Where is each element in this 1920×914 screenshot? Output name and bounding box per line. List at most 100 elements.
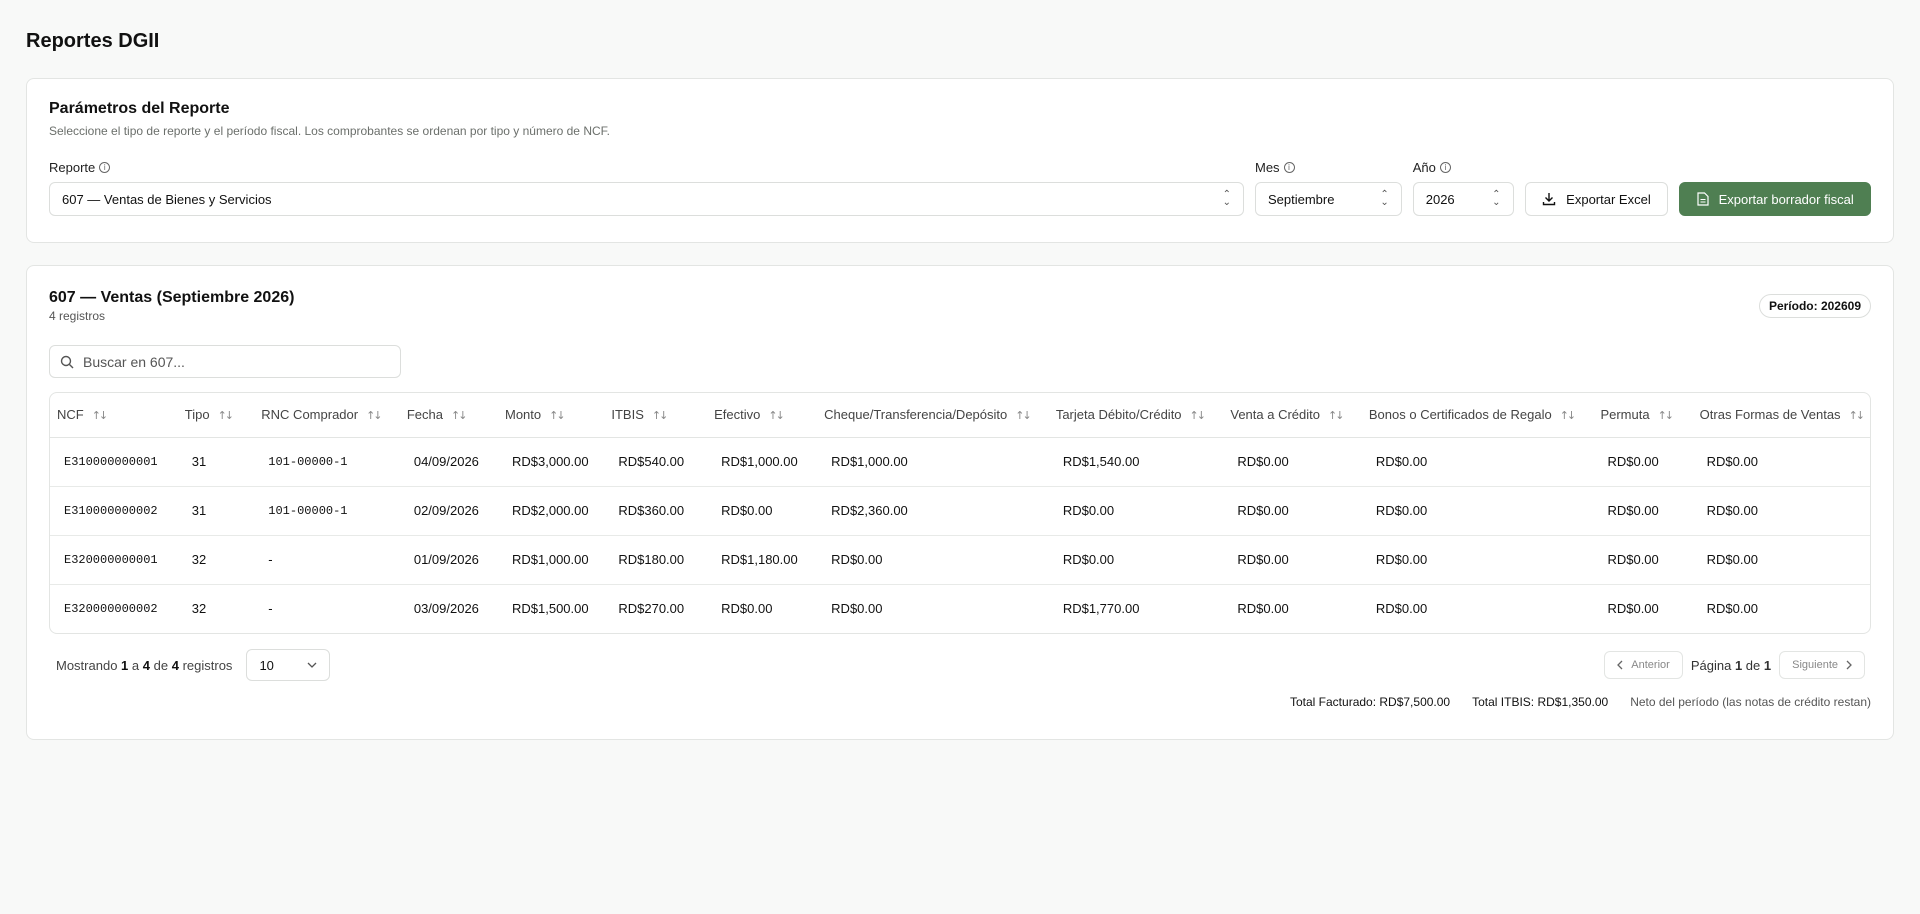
report-select[interactable]: 607 — Ventas de Bienes y Servicios ⌃ ⌄	[49, 182, 1244, 216]
year-select[interactable]: 2026 ⌃ ⌄	[1412, 182, 1514, 216]
sort-icon[interactable]: ↑↓	[1328, 409, 1345, 422]
table-cell: RD$0.00	[1048, 486, 1224, 536]
month-label: Mes	[1254, 159, 1280, 175]
sort-icon[interactable]: ↑↓	[768, 409, 785, 422]
table-cell: 32	[191, 601, 207, 617]
column-header[interactable]: Cheque/Transferencia/Depósito ↑↓	[817, 393, 1049, 438]
column-header[interactable]: Venta a Crédito ↑↓	[1223, 393, 1362, 438]
table-cell: RD$3,000.00	[498, 437, 605, 487]
table-cell: RD$0.00	[1361, 535, 1594, 585]
table-cell: RD$0.00	[831, 601, 883, 617]
table-cell: RD$0.00	[721, 601, 773, 617]
total-invoiced: Total Facturado: RD$7,500.00	[1290, 695, 1451, 709]
sort-icon[interactable]: ↑↓	[1658, 409, 1675, 422]
table-cell: E320000000002	[64, 601, 158, 616]
table-cell: -	[254, 535, 400, 585]
results-card: 607 — Ventas (Septiembre 2026) 4 registr…	[26, 265, 1894, 740]
sort-icon[interactable]: ↑↓	[218, 409, 235, 422]
column-header[interactable]: ITBIS ↑↓	[604, 393, 708, 438]
column-header[interactable]: RNC Comprador ↑↓	[254, 393, 400, 438]
table-row: E320000000001 32-01/09/2026 RD$1,000.00 RD$…	[50, 535, 1870, 585]
ventas-table: NCF ↑↓ Tipo ↑↓ RNC Comprador ↑↓ Fecha ↑↓ Monto ↑↓…	[49, 392, 1871, 634]
table-cell: RD$1,000.00	[817, 437, 1049, 487]
sort-icon[interactable]: ↑↓	[1849, 409, 1866, 422]
sort-icon[interactable]: ↑↓	[1015, 409, 1032, 422]
search-input[interactable]	[83, 353, 383, 370]
info-icon[interactable]: i	[1283, 161, 1295, 173]
previous-page-button[interactable]: Anterior	[1604, 651, 1683, 679]
page-size-value: 10	[259, 657, 274, 673]
table-cell: 02/09/2026	[399, 486, 498, 536]
info-icon[interactable]: i	[1439, 161, 1451, 173]
page-indicator: Página 1 de 1	[1690, 657, 1772, 673]
period-badge: Período: 202609	[1758, 294, 1871, 318]
table-row: E320000000002 32 - 03/09/2026 RD$1,500.00 RD$…	[50, 584, 1870, 633]
month-select-value: Septiembre	[1267, 191, 1335, 207]
table-cell: 101-00000-1	[254, 486, 400, 536]
column-header[interactable]: Efectivo ↑↓	[707, 393, 818, 438]
table-cell: RD$0.00	[1593, 486, 1693, 536]
column-header[interactable]: Tipo ↑↓	[177, 393, 255, 438]
table-cell: RD$1,000.00	[498, 535, 605, 585]
table-cell: RD$0.00	[1048, 535, 1224, 585]
column-header[interactable]: NCF ↑↓	[50, 393, 178, 438]
chevron-right-icon	[1846, 660, 1852, 670]
chevron-up-down-icon: ⌃ ⌄	[1222, 189, 1231, 208]
sort-icon[interactable]: ↑↓	[652, 409, 669, 422]
table-cell: RD$1,500.00	[512, 601, 589, 617]
export-draft-button[interactable]: Exportar borrador fiscal	[1679, 182, 1871, 216]
table-cell: RD$540.00	[604, 437, 708, 487]
table-row: E310000000001 31 101-00000-1 04/09/2026 RD$3…	[50, 437, 1870, 487]
column-header[interactable]: Bonos o Certificados de Regalo ↑↓	[1361, 393, 1594, 438]
table-cell: RD$0.00	[1223, 486, 1362, 536]
info-icon[interactable]: i	[99, 161, 111, 173]
table-cell: RD$0.00	[1361, 437, 1594, 487]
report-parameters-card: Parámetros del Reporte Seleccione el tip…	[26, 78, 1894, 243]
table-cell: E320000000001	[50, 535, 178, 585]
page-size-select[interactable]: 10	[246, 649, 331, 681]
sort-icon[interactable]: ↑↓	[1190, 409, 1207, 422]
sort-icon[interactable]: ↑↓	[92, 409, 109, 422]
table-cell: E310000000001	[50, 437, 178, 487]
table-cell: RD$2,000.00	[498, 486, 605, 536]
chevron-down-icon	[307, 662, 317, 668]
table-cell: RD$270.00	[618, 601, 685, 617]
column-header[interactable]: Otras Formas de Ventas ↑↓	[1692, 393, 1870, 438]
params-title: Parámetros del Reporte	[49, 100, 230, 117]
report-select-value: 607 — Ventas de Bienes y Servicios	[62, 191, 272, 207]
export-excel-button[interactable]: Exportar Excel	[1524, 182, 1669, 216]
page-title: Reportes DGII	[26, 30, 160, 52]
sort-icon[interactable]: ↑↓	[1560, 409, 1577, 422]
column-header[interactable]: Permuta ↑↓	[1593, 393, 1693, 438]
table-cell: RD$0.00	[1375, 601, 1428, 617]
sort-icon[interactable]: ↑↓	[451, 409, 468, 422]
report-label: Reporte	[49, 159, 96, 175]
table-cell: 03/09/2026	[413, 601, 479, 617]
table-cell: 04/09/2026	[399, 437, 498, 487]
chevron-up-down-icon: ⌃ ⌄	[1380, 189, 1389, 208]
column-header[interactable]: Monto ↑↓	[498, 393, 605, 438]
table-cell: RD$1,180.00	[707, 535, 818, 585]
table-cell: RD$0.00	[817, 535, 1049, 585]
month-select[interactable]: Septiembre ⌃ ⌄	[1254, 182, 1402, 216]
table-cell: RD$2,360.00	[817, 486, 1049, 536]
sort-icon[interactable]: ↑↓	[549, 409, 566, 422]
table-row: E310000000002 31 101-00000-1 02/09/2026 RD$2…	[50, 486, 1870, 536]
table-cell: RD$0.00	[707, 486, 818, 536]
chevron-left-icon	[1617, 660, 1623, 670]
download-icon	[1542, 193, 1556, 206]
column-header[interactable]: Fecha ↑↓	[399, 393, 498, 438]
table-cell: RD$0.00	[1361, 486, 1594, 536]
table-cell: RD$180.00	[604, 535, 708, 585]
sort-icon[interactable]: ↑↓	[366, 409, 383, 422]
search-icon	[60, 355, 74, 368]
export-draft-label: Exportar borrador fiscal	[1718, 191, 1854, 207]
params-form: Reporte i 607 — Ventas de Bienes y Servi…	[49, 159, 1871, 216]
year-field: Año i 2026 ⌃ ⌄	[1412, 159, 1514, 216]
table-cell: RD$0.00	[1593, 437, 1693, 487]
next-page-button[interactable]: Siguiente	[1779, 651, 1865, 679]
column-header[interactable]: Tarjeta Débito/Crédito ↑↓	[1048, 393, 1224, 438]
results-count: 4 registros	[49, 309, 106, 323]
month-field: Mes i Septiembre ⌃ ⌄	[1254, 159, 1402, 216]
params-subtitle: Seleccione el tipo de reporte y el perío…	[49, 124, 610, 138]
